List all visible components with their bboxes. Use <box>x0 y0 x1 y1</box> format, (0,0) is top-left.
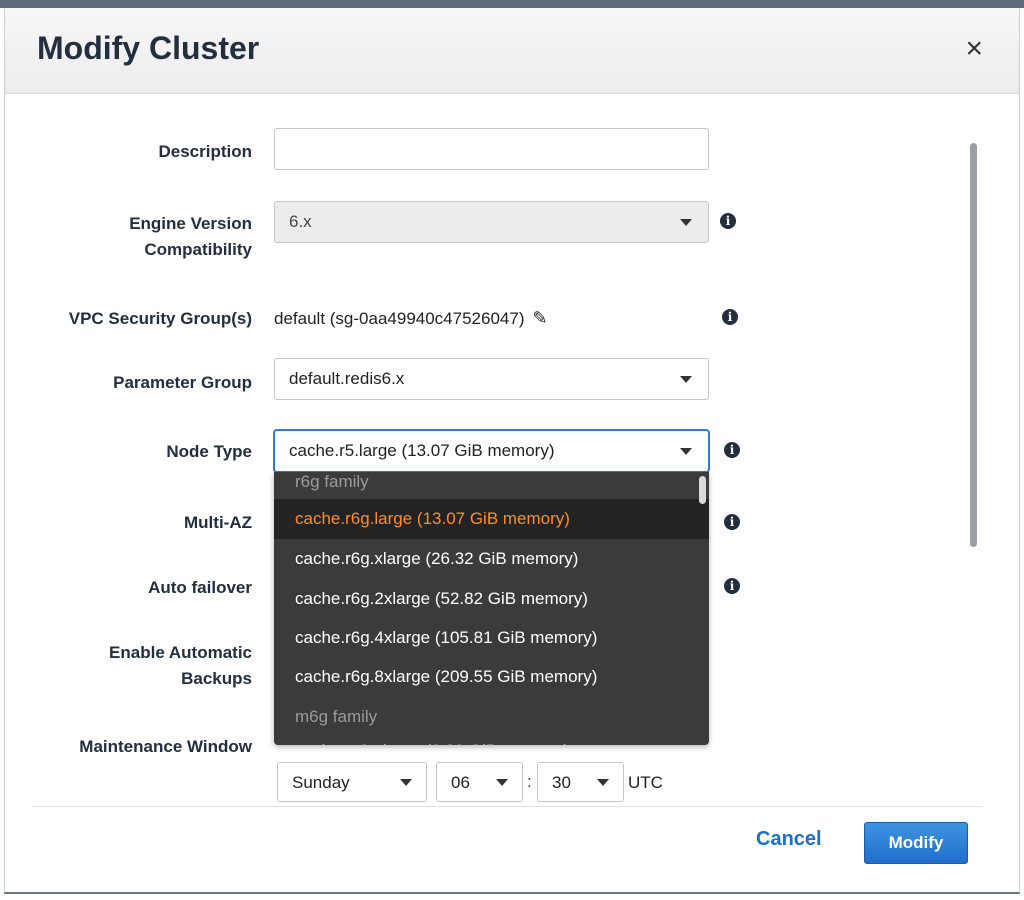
node-type-value: cache.r5.large (13.07 GiB memory) <box>289 441 555 460</box>
vpc-security-groups-value: default (sg-0aa49940c47526047) <box>274 309 525 328</box>
multi-az-label: Multi-AZ <box>184 513 252 532</box>
description-label: Description <box>158 142 252 161</box>
multi-az-info-icon[interactable]: i <box>724 514 740 530</box>
automatic-backups-label: Enable Automatic Backups <box>0 640 252 692</box>
maintenance-window-label: Maintenance Window <box>79 737 252 756</box>
footer-divider <box>32 806 982 807</box>
engine-version-label-line1: Engine Version <box>129 214 252 233</box>
parameter-group-value: default.redis6.x <box>289 369 405 388</box>
maintenance-minute-value: 30 <box>552 773 571 792</box>
maintenance-minute-select[interactable]: 30 <box>537 762 624 802</box>
engine-version-select: 6.x <box>274 201 709 243</box>
dialog-header: Modify Cluster × <box>5 8 1019 94</box>
close-icon[interactable]: × <box>965 34 983 64</box>
dropdown-option[interactable]: cache.r6g.4xlarge (105.81 GiB memory) <box>274 618 709 658</box>
engine-version-value: 6.x <box>289 212 312 231</box>
timezone-label: UTC <box>628 773 663 792</box>
dropdown-scrollbar[interactable] <box>699 476 706 504</box>
dropdown-option[interactable]: cache.r6g.xlarge (26.32 GiB memory) <box>274 539 709 579</box>
engine-version-label-line2: Compatibility <box>144 240 252 259</box>
node-type-info-icon[interactable]: i <box>724 442 740 458</box>
vpc-security-groups-label: VPC Security Group(s) <box>68 309 252 328</box>
vpc-security-groups-value-wrap: default (sg-0aa49940c47526047) ✎ <box>274 308 548 329</box>
maintenance-hour-select[interactable]: 06 <box>436 762 523 802</box>
dropdown-option[interactable]: cache.r6g.8xlarge (209.55 GiB memory) <box>274 657 709 697</box>
dropdown-option-partial[interactable]: cache.m6g.large (6.38 GiB memory) <box>274 731 709 745</box>
chevron-down-icon <box>680 376 692 383</box>
parameter-group-label: Parameter Group <box>113 373 252 392</box>
engine-version-label: Engine Version Compatibility <box>0 211 252 263</box>
chevron-down-icon <box>597 779 609 786</box>
modify-button[interactable]: Modify <box>864 822 968 864</box>
dialog-title: Modify Cluster <box>37 30 260 66</box>
pencil-icon[interactable]: ✎ <box>532 308 547 329</box>
background-strip <box>0 0 1024 8</box>
description-input[interactable] <box>274 128 709 170</box>
auto-failover-info-icon[interactable]: i <box>724 578 740 594</box>
time-separator: : <box>527 772 532 791</box>
node-type-label: Node Type <box>166 442 252 461</box>
engine-version-info-icon[interactable]: i <box>720 213 736 229</box>
dropdown-option[interactable]: cache.r6g.2xlarge (52.82 GiB memory) <box>274 579 709 619</box>
chevron-down-icon <box>496 779 508 786</box>
node-type-dropdown-list[interactable]: r6g family cache.r6g.large (13.07 GiB me… <box>274 472 709 745</box>
automatic-backups-label-line1: Enable Automatic <box>109 643 252 662</box>
auto-failover-label: Auto failover <box>148 578 252 597</box>
dropdown-group-r6g: r6g family <box>295 472 369 491</box>
parameter-group-select[interactable]: default.redis6.x <box>274 358 709 400</box>
chevron-down-icon <box>680 448 692 455</box>
chevron-down-icon <box>400 779 412 786</box>
maintenance-hour-value: 06 <box>451 773 470 792</box>
cancel-button[interactable]: Cancel <box>756 828 822 851</box>
dialog-scrollbar[interactable] <box>970 143 977 547</box>
vpc-security-groups-info-icon[interactable]: i <box>722 309 738 325</box>
chevron-down-icon <box>680 219 692 226</box>
node-type-select[interactable]: cache.r5.large (13.07 GiB memory) <box>274 430 709 472</box>
maintenance-day-select[interactable]: Sunday <box>277 762 427 802</box>
automatic-backups-label-line2: Backups <box>181 669 252 688</box>
maintenance-day-value: Sunday <box>292 773 350 792</box>
dropdown-option[interactable]: cache.r6g.large (13.07 GiB memory) <box>274 499 709 539</box>
